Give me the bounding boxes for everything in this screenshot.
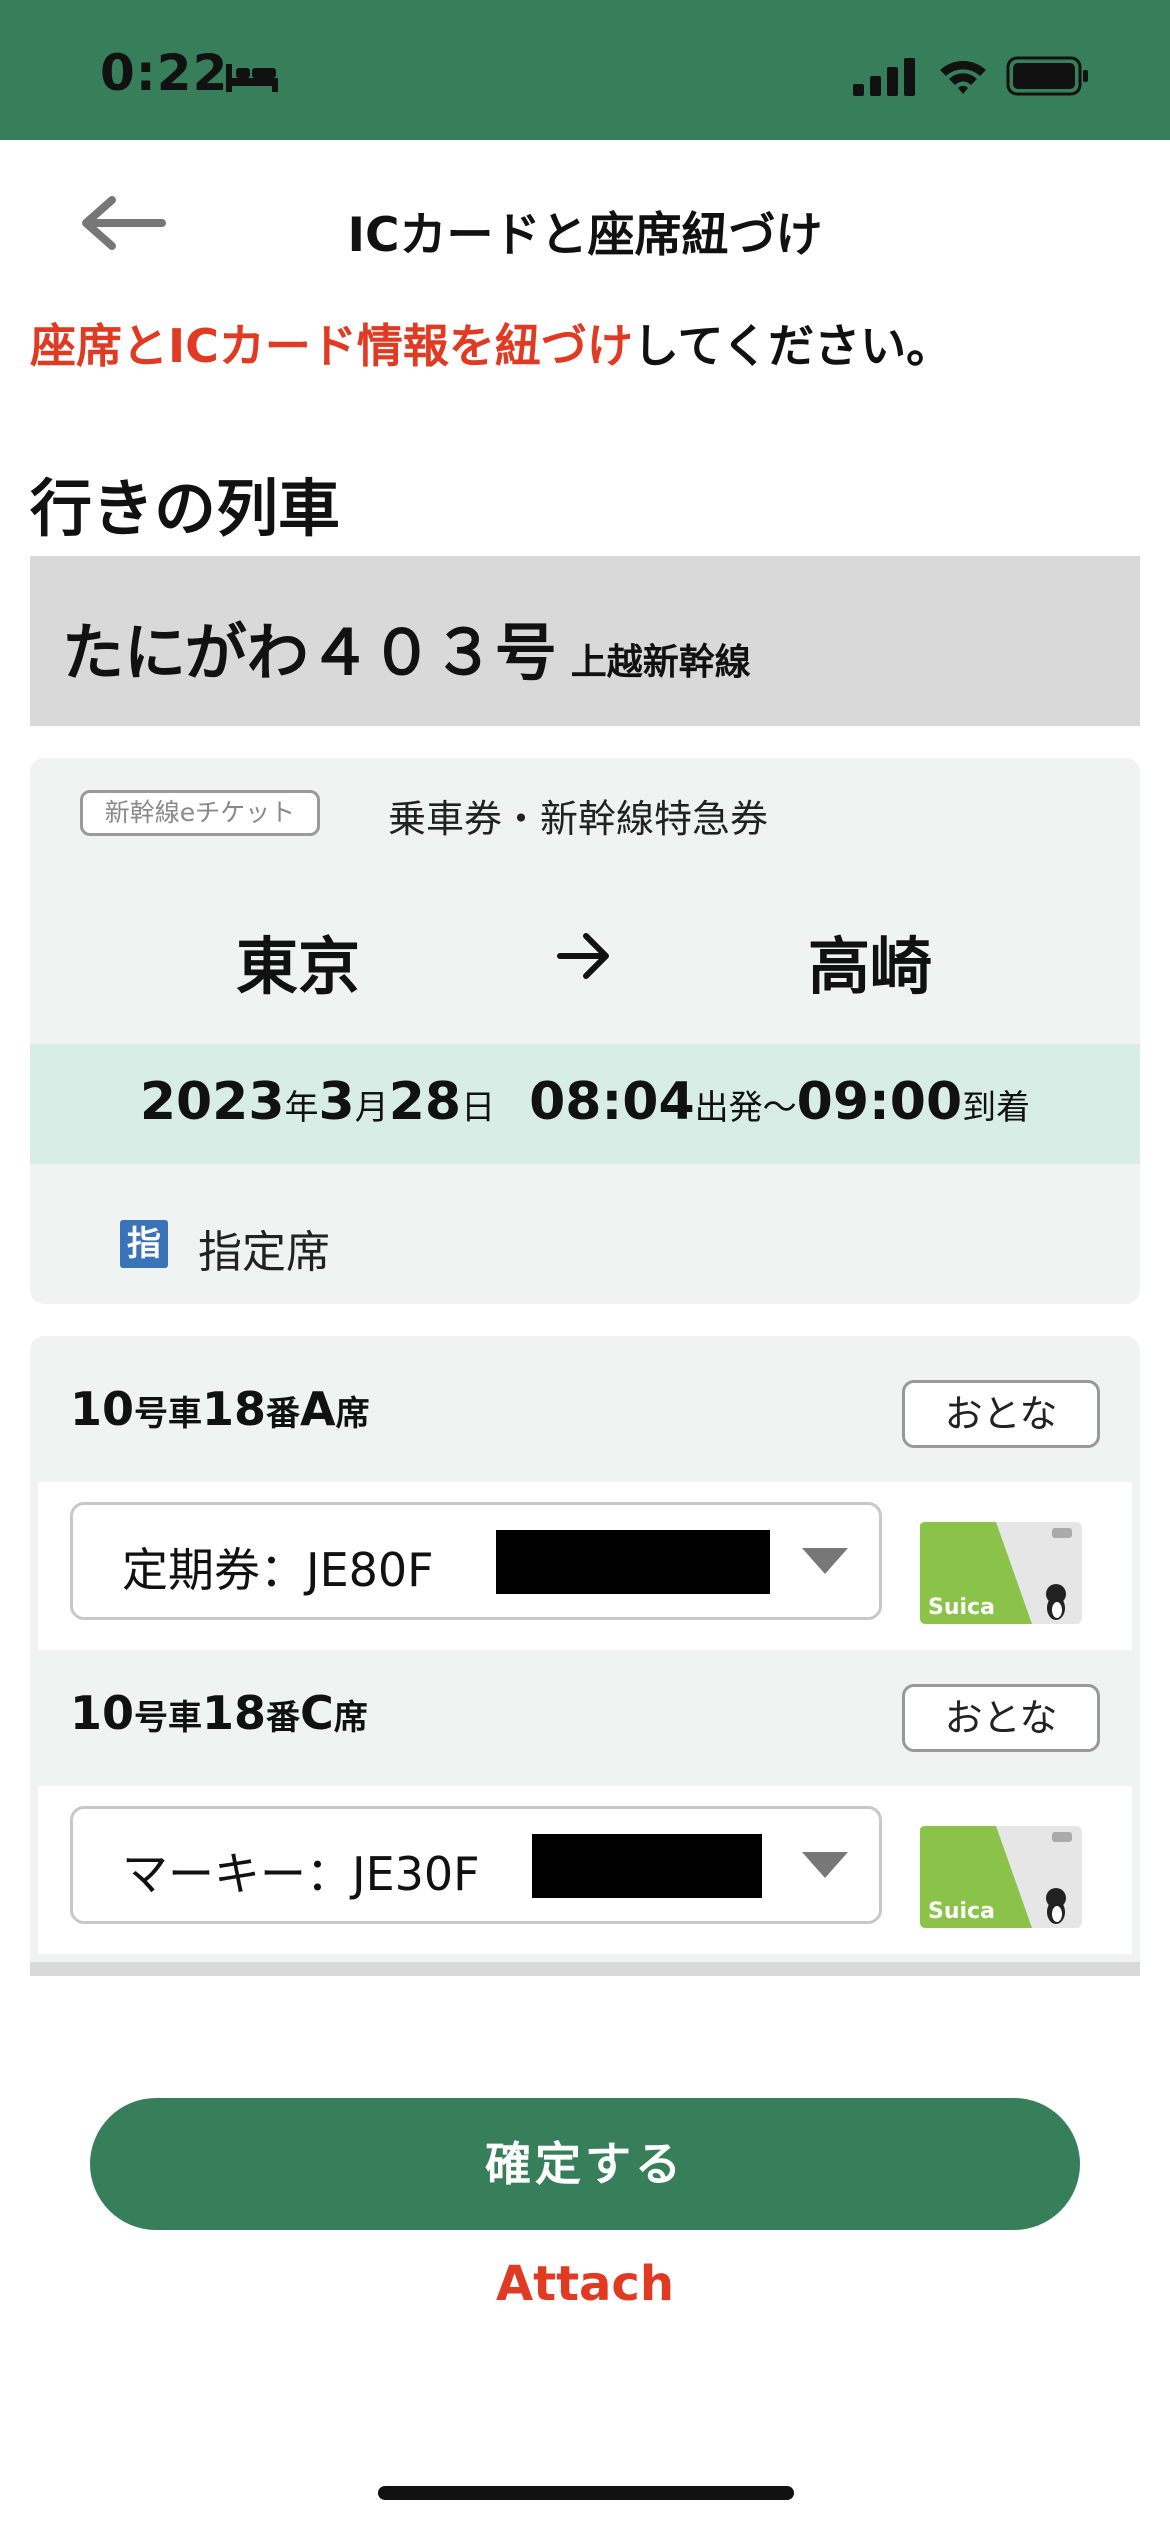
attach-link[interactable]: Attach <box>0 2256 1170 2312</box>
from-station: 東京 <box>236 930 361 1003</box>
seat-label: 10号車18番C席 <box>70 1686 368 1740</box>
dropdown-icon[interactable] <box>802 1852 848 1878</box>
train-name-text: たにがわ４０３号 <box>62 616 557 689</box>
svg-text:Suica: Suica <box>928 1899 995 1924</box>
seat-unit: 番 <box>266 1698 301 1738</box>
date-day-unit: 日 <box>461 1088 496 1128</box>
instruction-rest: してください。 <box>632 319 953 373</box>
depart-label: 出発～ <box>694 1088 797 1128</box>
suica-card-icon: Suica <box>920 1522 1082 1624</box>
battery-icon <box>1006 56 1088 96</box>
section-title: 行きの列車 <box>30 472 341 545</box>
redacted-card-number <box>496 1530 770 1594</box>
instruction-text: 座席とICカード情報を紐づけしてください。 <box>30 310 952 376</box>
fare-type-badge[interactable]: おとな <box>902 1684 1100 1752</box>
redacted-card-number <box>532 1834 762 1898</box>
confirm-button[interactable]: 確定する <box>90 2098 1080 2230</box>
suica-card-icon: Suica <box>920 1826 1082 1928</box>
travel-datetime: 2023年3月28日 08:04出発～09:00到着 <box>0 1072 1170 1132</box>
date-month: 3 <box>318 1072 355 1132</box>
svg-text:Suica: Suica <box>928 1595 995 1620</box>
arrive-time: 09:00 <box>796 1072 963 1132</box>
to-station: 高崎 <box>808 930 933 1003</box>
train-name: たにがわ４０３号 上越新幹線 <box>62 602 751 692</box>
right-arrow-icon <box>557 933 609 979</box>
eticket-badge: 新幹線eチケット <box>80 790 320 836</box>
status-time: 0:22 <box>100 44 229 102</box>
ic-card-select-value: 定期券：JE80F <box>122 1543 434 1597</box>
seat-class: 指定席 <box>198 1227 330 1278</box>
seat-label: 10号車18番A席 <box>70 1382 370 1436</box>
signal-icon <box>853 58 915 96</box>
seat-suffix: 席 <box>335 1394 370 1434</box>
arrive-label: 到着 <box>962 1088 1031 1128</box>
seat-letter: A <box>300 1382 336 1436</box>
home-indicator[interactable] <box>378 2486 794 2500</box>
seat-letter: C <box>300 1686 334 1740</box>
instruction-highlight: 座席とICカード情報を紐づけ <box>30 319 633 373</box>
ticket-type: 乗車券・新幹線特急券 <box>388 797 769 841</box>
seat-number: 18 <box>202 1382 267 1436</box>
car-number: 10 <box>70 1382 135 1436</box>
seat-suffix: 席 <box>333 1698 368 1738</box>
date-month-unit: 月 <box>354 1088 389 1128</box>
page-title: ICカードと座席紐づけ <box>347 208 823 263</box>
wifi-icon <box>940 61 986 94</box>
seat-number: 18 <box>202 1686 267 1740</box>
date-day: 28 <box>388 1072 462 1132</box>
date-year-unit: 年 <box>284 1088 319 1128</box>
bed-icon <box>226 64 278 92</box>
reserved-seat-icon: 指 <box>120 1220 168 1268</box>
dropdown-icon[interactable] <box>802 1548 848 1574</box>
fare-type-badge[interactable]: おとな <box>902 1380 1100 1448</box>
train-line: 上越新幹線 <box>570 642 751 683</box>
car-number: 10 <box>70 1686 135 1740</box>
seat-unit: 番 <box>266 1394 301 1434</box>
date-year: 2023 <box>139 1072 285 1132</box>
car-unit: 号車 <box>134 1698 203 1738</box>
car-unit: 号車 <box>134 1394 203 1434</box>
depart-time: 08:04 <box>529 1072 695 1132</box>
passenger-card-bottom-border <box>30 1962 1140 1976</box>
ic-card-select-value: マーキー：JE30F <box>122 1847 480 1901</box>
